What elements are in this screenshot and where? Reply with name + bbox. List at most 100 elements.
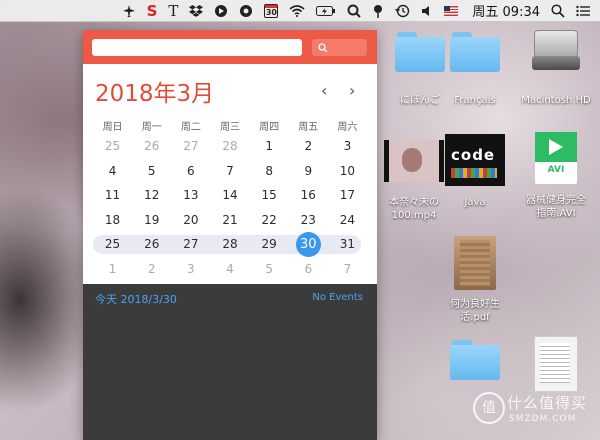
airplane-icon[interactable] [122,0,136,22]
day-cell[interactable]: 2 [132,257,171,282]
day-cell[interactable]: 5 [250,257,289,282]
pdf-label: 何为良好生 活.pdf [450,299,500,323]
day-cell[interactable]: 24 [328,208,367,233]
scrivener-s-icon[interactable]: S [147,0,158,22]
search-button[interactable] [312,39,367,56]
weekday-label: 周四 [259,122,280,133]
document-icon [534,336,578,392]
previous-month-button[interactable]: ‹ [321,81,327,100]
events-status: No Events [312,292,363,303]
day-cell[interactable]: 1 [250,134,289,159]
day-grid: 25 26 27 28 1 2 3 4 5 6 7 8 9 10 11 12 13 14 15 16 17 18 19 20 2… [93,134,367,281]
week-row: 4 5 6 7 8 9 10 [93,159,367,184]
day-cell[interactable]: 10 [328,159,367,184]
week-row: 11 12 13 14 15 16 17 [93,183,367,208]
events-panel: 今天 2018/3/30 No Events [83,284,377,440]
day-cell[interactable]: 8 [250,159,289,184]
folder-icon [450,32,500,72]
day-cell[interactable]: 29 [250,232,289,257]
pin-icon[interactable] [372,0,384,22]
day-cell[interactable]: 20 [171,208,210,233]
type-t-icon[interactable]: T [168,0,178,22]
search-icon [318,42,328,52]
day-cell[interactable]: 25 [93,232,132,257]
day-cell[interactable]: 23 [289,208,328,233]
drive-label: Macintosh HD [521,95,591,106]
day-cell[interactable]: 13 [171,183,210,208]
popover-header [83,30,377,64]
day-cell[interactable]: 22 [250,208,289,233]
day-cell[interactable]: 15 [250,183,289,208]
day-cell[interactable]: 18 [93,208,132,233]
java-folder[interactable]: code Java [438,134,512,208]
weekday-label: 周六 [337,122,358,133]
week-row: 25 26 27 28 29 30 31 [93,232,367,257]
battery-icon[interactable] [316,0,336,22]
day-cell[interactable]: 14 [210,183,249,208]
code-thumbnail-icon: code [445,134,505,186]
spotlight-icon[interactable] [551,0,565,22]
macintosh-hd[interactable]: Macintosh HD [519,30,593,106]
day-cell[interactable]: 19 [132,208,171,233]
weekday-label: 周五 [298,122,319,133]
day-cell[interactable]: 4 [93,159,132,184]
day-cell-today[interactable]: 30 [289,232,328,257]
day-cell[interactable]: 11 [93,183,132,208]
flag-icon[interactable] [444,0,459,22]
day-cell[interactable]: 21 [210,208,249,233]
day-cell[interactable]: 2 [289,134,328,159]
calendar-popover: 2018年3月 ‹ › 周日 周一 周二 周三 周四 周五 周六 25 26 27 28 1 2 3 4 5… [83,30,377,440]
day-cell[interactable]: 26 [132,134,171,159]
day-cell[interactable]: 26 [132,232,171,257]
day-cell[interactable]: 9 [289,159,328,184]
day-cell[interactable]: 16 [289,183,328,208]
month-title: 2018年3月 [95,81,215,107]
day-cell[interactable]: 4 [210,257,249,282]
day-cell[interactable]: 12 [132,183,171,208]
bear-icon[interactable] [239,0,253,22]
day-cell[interactable]: 17 [328,183,367,208]
menubar-clock[interactable]: 周五 09:34 [472,1,540,20]
notification-center-icon[interactable] [576,0,590,22]
day-cell[interactable]: 31 [328,232,367,257]
day-cell[interactable]: 6 [171,159,210,184]
day-cell[interactable]: 25 [93,134,132,159]
week-row: 18 19 20 21 22 23 24 [93,208,367,233]
weekday-label: 周三 [219,122,240,133]
time-machine-icon[interactable] [395,0,410,22]
week-row: 1234567 [93,257,367,282]
calendar-icon[interactable]: 30 [264,0,279,22]
avi-file[interactable]: AVI 器械健身完全 指南.AVI [519,132,593,219]
avi-label: 器械健身完全 指南.AVI [526,195,586,219]
avi-file-icon: AVI [535,132,577,184]
day-cell[interactable]: 28 [210,134,249,159]
dropbox-icon[interactable] [189,0,204,22]
day-cell[interactable]: 1 [93,257,132,282]
watermark-logo-icon: 值 [473,392,505,424]
wifi-icon[interactable] [289,0,305,22]
document-bottom[interactable] [519,336,593,392]
day-cell[interactable]: 3 [328,134,367,159]
menu-bar: S T 30 周五 09:34 [0,0,600,22]
folder-francais[interactable]: Français [438,32,512,106]
weekday-header: 周日 周一 周二 周三 周四 周五 周六 [93,118,367,133]
next-month-button[interactable]: › [349,81,355,100]
day-cell[interactable]: 6 [289,257,328,282]
day-cell[interactable]: 7 [328,257,367,282]
search-magnifier-icon[interactable] [347,0,362,22]
video-thumbnail-icon [384,140,444,182]
day-cell[interactable]: 27 [171,232,210,257]
day-cell[interactable]: 3 [171,257,210,282]
event-search-input[interactable] [92,39,302,56]
folder-icon [450,340,500,380]
day-cell[interactable]: 7 [210,159,249,184]
folder-bottom[interactable] [438,340,512,380]
circle-icon[interactable] [214,0,228,22]
pdf-file[interactable]: 何为良好生 活.pdf [438,236,512,323]
day-cell[interactable]: 28 [210,232,249,257]
volume-icon[interactable] [421,0,433,22]
java-label: Java [464,197,486,208]
watermark-text: 什么值得买 [507,394,588,412]
day-cell[interactable]: 5 [132,159,171,184]
day-cell[interactable]: 27 [171,134,210,159]
